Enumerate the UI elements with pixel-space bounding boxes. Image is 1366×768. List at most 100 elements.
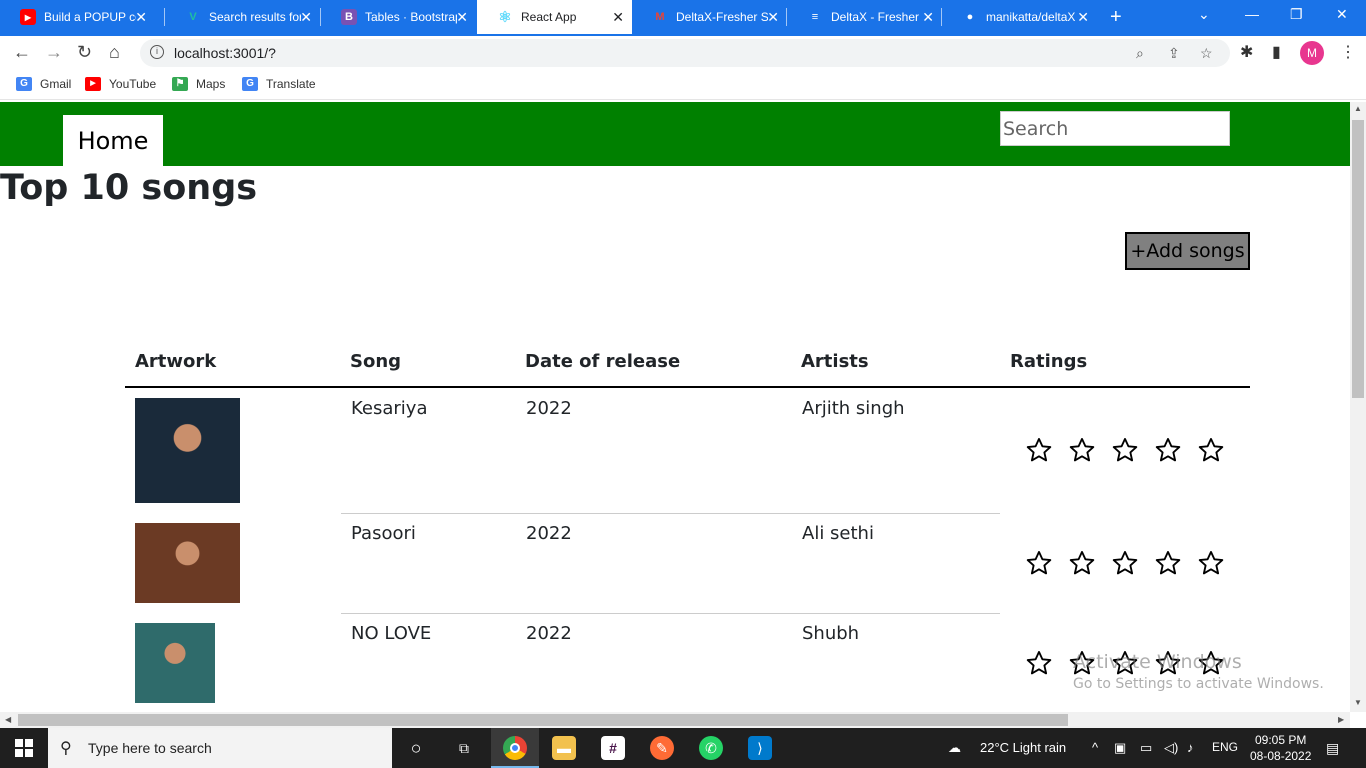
star-icon[interactable] xyxy=(1111,549,1139,577)
col-date: Date of release xyxy=(525,351,681,372)
browser-tab[interactable]: V Search results for ✕ xyxy=(165,0,320,34)
browser-tab[interactable]: B Tables · Bootstrap ✕ xyxy=(321,0,476,34)
vuetify-icon: V xyxy=(189,11,197,23)
browser-tab[interactable]: ≡ DeltaX - Fresher ✕ xyxy=(787,0,942,34)
file-explorer-icon[interactable]: ▬ xyxy=(552,736,576,760)
gmail-icon: M xyxy=(655,11,665,23)
close-window-button[interactable]: ✕ xyxy=(1336,6,1348,23)
bookmark-maps[interactable]: ⚑ Maps xyxy=(172,77,225,91)
tab-title: manikatta/deltaX xyxy=(986,10,1076,24)
zoom-icon[interactable]: ⌕ xyxy=(1136,45,1144,62)
restore-button[interactable]: ❐ xyxy=(1290,6,1303,23)
taskbar-search-box[interactable]: ⚲ Type here to search xyxy=(48,728,392,768)
vscode-icon[interactable]: ⟩ xyxy=(748,736,772,760)
windows-start-icon[interactable] xyxy=(15,739,33,757)
new-tab-button[interactable]: + xyxy=(1110,6,1122,29)
bookmark-youtube[interactable]: ▶ YouTube xyxy=(85,77,156,91)
tab-title: React App xyxy=(521,10,577,24)
close-tab-icon[interactable]: ✕ xyxy=(1077,9,1089,26)
google-icon: G xyxy=(16,77,32,91)
whatsapp-icon[interactable]: ✆ xyxy=(699,736,723,760)
close-tab-icon[interactable]: ✕ xyxy=(767,9,779,26)
menu-icon[interactable]: ⋮ xyxy=(1340,42,1356,62)
artwork-image xyxy=(135,623,215,703)
col-artists: Artists xyxy=(801,351,869,372)
minimize-button[interactable]: — xyxy=(1245,6,1259,22)
site-info-icon[interactable]: i xyxy=(150,45,164,59)
back-icon[interactable]: ← xyxy=(13,42,31,63)
artwork-image xyxy=(135,398,240,503)
react-icon: ⚛ xyxy=(498,9,512,26)
clock-time: 09:05 PM xyxy=(1255,733,1307,747)
scroll-left-arrow[interactable]: ◀ xyxy=(5,715,11,724)
rating-stars xyxy=(1025,549,1225,577)
bookmark-translate[interactable]: G Translate xyxy=(242,77,316,91)
scroll-right-arrow[interactable]: ▶ xyxy=(1338,715,1344,724)
network-icon[interactable]: ▣ xyxy=(1114,740,1126,756)
close-tab-icon[interactable]: ✕ xyxy=(135,9,147,26)
notification-icon[interactable]: ▤ xyxy=(1326,740,1339,757)
cortana-icon[interactable]: ○ xyxy=(404,736,428,760)
browser-tab[interactable]: ● manikatta/deltaX ✕ xyxy=(942,0,1097,34)
horizontal-scroll-thumb[interactable] xyxy=(18,714,1068,726)
search-input[interactable] xyxy=(1000,111,1230,146)
bookmark-label: YouTube xyxy=(109,77,157,91)
tray-chevron-icon[interactable]: ^ xyxy=(1092,740,1098,755)
horizontal-scrollbar[interactable]: ◀ ▶ xyxy=(0,712,1350,728)
postman-icon[interactable]: ✎ xyxy=(650,736,674,760)
nav-home-link[interactable]: Home xyxy=(63,115,163,166)
browser-tab[interactable]: ▶ Build a POPUP co ✕ xyxy=(0,0,155,34)
address-bar[interactable]: i localhost:3001/? ⌕ ⇪ ☆ xyxy=(140,39,1230,67)
vertical-scrollbar[interactable]: ▲ ▼ xyxy=(1350,102,1366,712)
cell-date: 2022 xyxy=(526,623,572,644)
scroll-down-arrow[interactable]: ▼ xyxy=(1354,698,1362,707)
cell-song: Kesariya xyxy=(351,398,428,419)
row-divider xyxy=(341,613,1000,614)
star-icon[interactable] xyxy=(1197,436,1225,464)
browser-tab[interactable]: ⚛ React App ✕ xyxy=(477,0,632,34)
task-view-icon[interactable]: ⧉ xyxy=(452,736,476,760)
profile-avatar[interactable]: M xyxy=(1300,41,1324,65)
forward-icon[interactable]: → xyxy=(45,42,63,63)
cell-song: Pasoori xyxy=(351,523,416,544)
star-icon[interactable] xyxy=(1025,549,1053,577)
tab-search-icon[interactable]: ⌄ xyxy=(1198,6,1210,23)
chrome-icon[interactable] xyxy=(503,736,527,760)
scroll-up-arrow[interactable]: ▲ xyxy=(1354,104,1362,113)
taskbar-clock[interactable]: 09:05 PM 08-08-2022 xyxy=(1250,732,1311,764)
tab-separator xyxy=(786,8,787,26)
maps-icon: ⚑ xyxy=(172,77,188,91)
star-icon[interactable] xyxy=(1025,436,1053,464)
extensions-icon[interactable]: ✱ xyxy=(1240,42,1253,62)
language-indicator[interactable]: ENG xyxy=(1212,740,1238,754)
add-songs-button[interactable]: +Add songs xyxy=(1125,232,1250,270)
vertical-scroll-thumb[interactable] xyxy=(1352,120,1364,398)
reload-icon[interactable]: ↻ xyxy=(77,42,92,63)
star-icon[interactable] xyxy=(1154,436,1182,464)
close-tab-icon[interactable]: ✕ xyxy=(612,9,624,26)
close-tab-icon[interactable]: ✕ xyxy=(300,9,312,26)
close-tab-icon[interactable]: ✕ xyxy=(456,9,468,26)
browser-tab[interactable]: M DeltaX-Fresher Sc ✕ xyxy=(632,0,787,34)
home-icon[interactable]: ⌂ xyxy=(109,42,120,63)
volume-icon[interactable]: ◁) xyxy=(1164,740,1178,756)
star-icon[interactable] xyxy=(1111,436,1139,464)
activate-windows-title: Activate Windows xyxy=(1073,651,1242,673)
star-icon[interactable] xyxy=(1025,649,1053,677)
side-panel-icon[interactable]: ▮ xyxy=(1272,42,1281,62)
weather-text[interactable]: 22°C Light rain xyxy=(980,740,1066,755)
share-icon[interactable]: ⇪ xyxy=(1168,45,1180,62)
bootstrap-icon: B xyxy=(341,9,357,25)
star-icon[interactable] xyxy=(1154,549,1182,577)
bookmark-star-icon[interactable]: ☆ xyxy=(1200,45,1213,62)
star-icon[interactable] xyxy=(1068,436,1096,464)
bookmark-gmail[interactable]: G Gmail xyxy=(16,77,71,91)
weather-icon[interactable]: ☁ xyxy=(948,740,961,756)
star-icon[interactable] xyxy=(1068,549,1096,577)
battery-icon[interactable]: ▭ xyxy=(1140,740,1152,756)
slack-icon[interactable]: # xyxy=(601,736,625,760)
star-icon[interactable] xyxy=(1197,549,1225,577)
close-tab-icon[interactable]: ✕ xyxy=(922,9,934,26)
page-viewport: Home Top 10 songs +Add songs Artwork Son… xyxy=(0,102,1350,712)
speaker-icon[interactable]: ♪ xyxy=(1187,740,1194,755)
